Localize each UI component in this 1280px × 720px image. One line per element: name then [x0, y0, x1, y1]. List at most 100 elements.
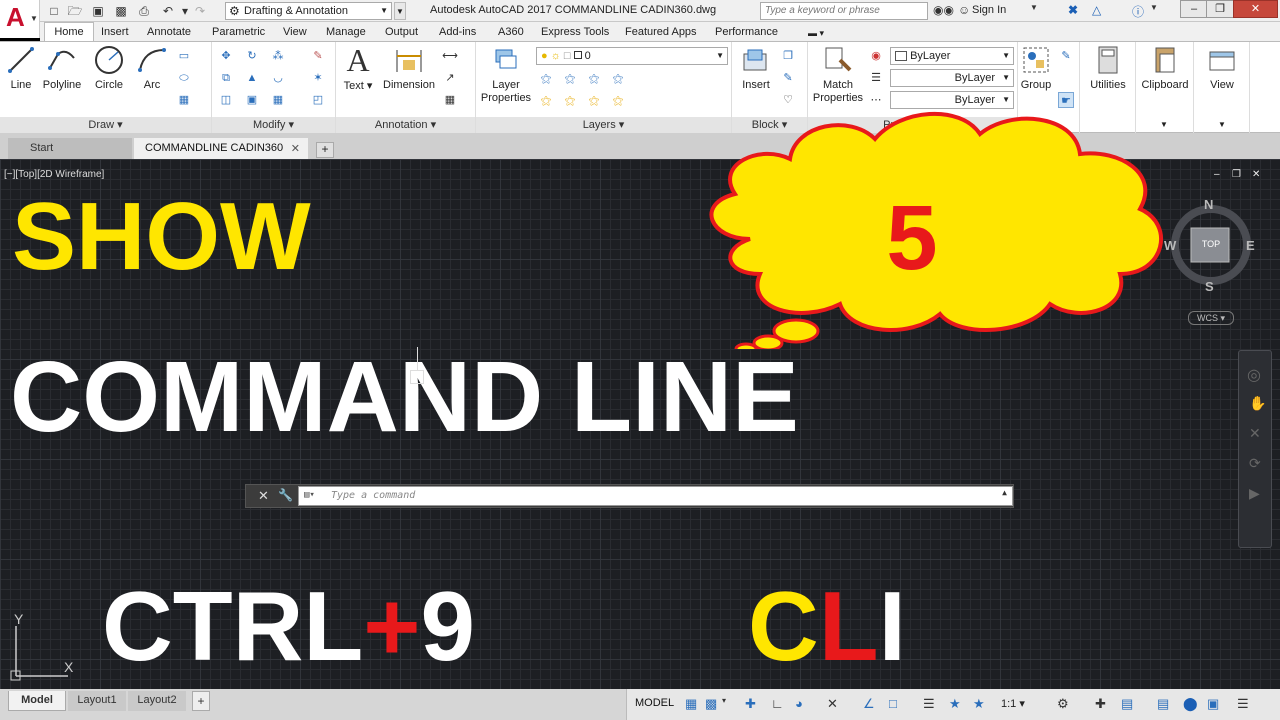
lineweight-toggle-icon[interactable]: ☰ — [923, 696, 935, 712]
linetype-select[interactable]: ByLayer ▼ — [890, 91, 1014, 109]
minimize-button[interactable]: – — [1180, 0, 1208, 18]
text-button[interactable]: A Text ▾ — [340, 44, 376, 92]
view-button[interactable]: View — [1196, 44, 1248, 91]
stretch-icon[interactable]: ◫ — [218, 92, 234, 108]
graphics-performance-icon[interactable]: ▣ — [1207, 696, 1219, 712]
annotation-scale-select[interactable]: 1:1 ▾ — [1001, 697, 1025, 710]
restore-button[interactable]: ❐ — [1206, 0, 1234, 18]
redo-icon[interactable]: ↷ — [192, 3, 208, 19]
linetype-icon[interactable]: ⋯ — [868, 92, 884, 108]
trim-icon[interactable]: ⁂ — [270, 48, 286, 64]
scale-icon[interactable]: ▣ — [244, 92, 260, 108]
save-as-icon[interactable]: ▩ — [113, 3, 129, 19]
match-properties-button[interactable]: Match Properties — [810, 44, 866, 105]
chevron-down-icon[interactable]: ▼ — [1150, 3, 1158, 12]
tab-express-tools[interactable]: Express Tools — [541, 24, 609, 40]
new-tab-button[interactable]: + — [316, 142, 334, 158]
polyline-button[interactable]: Polyline — [40, 44, 84, 91]
tab-home[interactable]: Home — [44, 22, 94, 43]
layer-on-icon[interactable]: ⚝ — [538, 93, 554, 109]
tab-performance[interactable]: Performance — [715, 24, 778, 40]
workspace-gear-icon[interactable]: ⚙ — [1057, 696, 1069, 712]
exchange-icon[interactable]: ✖ — [1068, 3, 1078, 17]
tab-document[interactable]: COMMANDLINE CADIN360 ✕ — [134, 138, 308, 159]
tab-start[interactable]: Start — [8, 138, 132, 159]
chevron-down-icon[interactable]: ▾ — [722, 696, 726, 705]
search-input[interactable]: Type a keyword or phrase — [760, 2, 928, 20]
polar-tracking-icon[interactable]: ◕ — [795, 696, 803, 711]
undo-icon[interactable]: ↶ — [160, 3, 176, 19]
customize-wrench-icon[interactable]: 🔧 — [278, 488, 293, 502]
insert-block-button[interactable]: Insert — [736, 44, 776, 91]
ortho-icon[interactable]: ∟ — [771, 696, 784, 711]
viewport-controls[interactable]: [−][Top][2D Wireframe] — [4, 169, 104, 180]
plot-icon[interactable]: ⎙ — [136, 3, 152, 19]
explode-icon[interactable]: ✶ — [310, 70, 326, 86]
auto-scale-icon[interactable]: ★ — [973, 696, 985, 712]
chevron-down-icon[interactable]: ▼ — [1218, 120, 1226, 129]
grid-icon[interactable]: ▦ — [685, 696, 697, 712]
new-file-icon[interactable]: □ — [46, 3, 62, 19]
isodraft-icon[interactable]: ✕ — [827, 696, 838, 712]
units-icon[interactable]: ▤ — [1121, 696, 1133, 712]
user-icon[interactable]: ☺ — [958, 3, 970, 17]
model-space-toggle[interactable]: MODEL — [635, 697, 674, 709]
create-block-icon[interactable]: ❐ — [780, 48, 796, 64]
dimension-button[interactable]: Dimension — [380, 44, 438, 91]
layer-properties-button[interactable]: Layer Properties — [478, 44, 534, 105]
tab-annotate[interactable]: Annotate — [147, 24, 191, 40]
annotation-panel-title[interactable]: Annotation ▾ — [336, 117, 475, 134]
mirror-icon[interactable]: ▲ — [244, 70, 260, 86]
orbit-icon[interactable]: ⟳ — [1249, 455, 1261, 472]
group-select-icon[interactable]: ☛ — [1058, 92, 1074, 108]
isolate-objects-icon[interactable]: ⬤ — [1183, 696, 1198, 712]
viewcube[interactable]: TOP N S E W WCS ▾ — [1164, 195, 1256, 325]
ungroup-icon[interactable]: ✎ — [1058, 48, 1074, 64]
arc-button[interactable]: Arc — [134, 44, 170, 91]
modify-panel-title[interactable]: Modify ▾ — [212, 117, 335, 134]
rotate-icon[interactable]: ↻ — [244, 48, 260, 64]
help-icon[interactable]: ⓘ — [1132, 3, 1144, 20]
app-menu-button[interactable]: A ▼ — [0, 0, 40, 38]
infer-constraints-icon[interactable]: ✚ — [745, 696, 756, 712]
annotation-monitor-icon[interactable]: ✚ — [1095, 696, 1106, 712]
color-wheel-icon[interactable]: ◉ — [868, 48, 884, 64]
layer-thaw-icon[interactable]: ⚝ — [562, 93, 578, 109]
tab-layout1[interactable]: Layout1 — [68, 691, 126, 711]
offset-icon[interactable]: ◰ — [310, 92, 326, 108]
object-snap-tracking-icon[interactable]: ∠ — [863, 696, 875, 712]
wcs-menu[interactable]: WCS ▾ — [1188, 311, 1234, 325]
chevron-down-icon[interactable]: ▼ — [1030, 3, 1038, 12]
command-input[interactable]: ▤▾ Type a command ▲ — [298, 486, 1013, 506]
tab-parametric[interactable]: Parametric — [212, 24, 265, 40]
drawing-canvas[interactable]: [−][Top][2D Wireframe] – ❐ ✕ SHOW COMMAN… — [0, 112, 1280, 689]
rectangle-icon[interactable]: ▭ — [176, 48, 192, 64]
layer-freeze-icon[interactable]: ⚝ — [586, 71, 602, 87]
snap-icon[interactable]: ▩ — [705, 696, 717, 712]
layer-isolate-icon[interactable]: ⚝ — [562, 71, 578, 87]
compass-north[interactable]: N — [1204, 197, 1213, 212]
color-select[interactable]: ByLayer ▼ — [890, 47, 1014, 65]
open-file-icon[interactable]: 🗁 — [67, 3, 83, 19]
tab-model[interactable]: Model — [8, 691, 66, 711]
draw-panel-title[interactable]: Draw ▾ — [0, 117, 211, 134]
viewport-restore-icon[interactable]: ❐ — [1232, 169, 1241, 180]
layer-select[interactable]: ● ☼ □ 0 ▼ — [536, 47, 728, 65]
erase-icon[interactable]: ✎ — [310, 48, 326, 64]
layer-match-icon[interactable]: ⚝ — [538, 71, 554, 87]
annotation-visibility-icon[interactable]: ★ — [949, 696, 961, 712]
close-icon[interactable]: ✕ — [291, 142, 300, 155]
fillet-icon[interactable]: ◡ — [270, 70, 286, 86]
pan-icon[interactable]: ✋ — [1249, 395, 1266, 412]
circle-button[interactable]: Circle — [90, 44, 128, 91]
hatch-icon[interactable]: ▦ — [176, 92, 192, 108]
layer-off-icon[interactable]: ⚝ — [610, 71, 626, 87]
customize-qat-button[interactable]: ▼ — [394, 2, 406, 20]
binoculars-icon[interactable]: ◉◉ — [933, 3, 954, 17]
compass-east[interactable]: E — [1246, 238, 1255, 253]
leader-icon[interactable]: ↗ — [442, 70, 458, 86]
sign-in-button[interactable]: Sign In — [972, 4, 1006, 16]
attribute-icon[interactable]: ♡ — [780, 92, 796, 108]
array-icon[interactable]: ▦ — [270, 92, 286, 108]
tab-layout2[interactable]: Layout2 — [128, 691, 186, 711]
